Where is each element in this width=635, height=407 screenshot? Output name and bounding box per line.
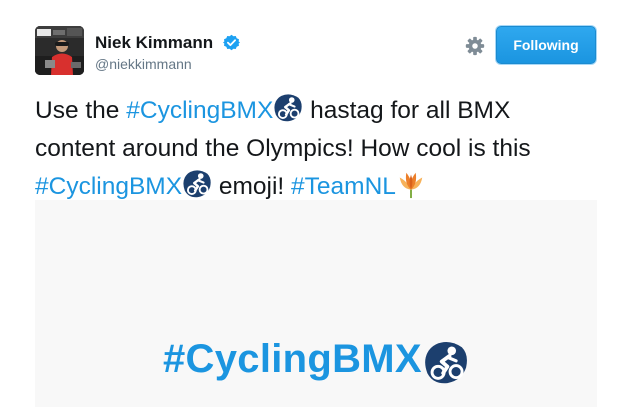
bmx-cyclist-emoji-icon [423,340,469,386]
avatar[interactable] [35,26,84,75]
media-image[interactable]: #CyclingBMX [35,200,597,407]
following-button[interactable]: Following [496,26,596,64]
tweet-line-1: Use the #CyclingBMX hastag for all BMX [35,92,605,130]
tweet-line-2: content around the Olympics! How cool is… [35,135,531,162]
display-name[interactable]: Niek Kimmann [95,33,213,53]
hashtag-link-teamnl[interactable]: #TeamNL [291,173,396,200]
hashtag-link-cyclingbmx[interactable]: #CyclingBMX [126,97,273,124]
tweet-text-segment: emoji! [212,173,292,200]
rider-photo-avatar-icon [35,26,84,75]
tweet-text: Use the #CyclingBMX hastag for all BMX c… [35,92,605,206]
username[interactable]: @niekkimmann [95,56,192,72]
bmx-cyclist-emoji-icon [182,169,212,199]
tweet-text-segment: hastag for all BMX [303,97,511,124]
hashtag-link-cyclingbmx[interactable]: #CyclingBMX [35,173,182,200]
tweet-text-segment: Use the [35,97,127,124]
verified-badge-icon [223,34,240,51]
bmx-cyclist-emoji-icon [273,93,303,123]
orange-tulip-emoji-icon [399,172,423,199]
tweet-card: Niek Kimmann @niekkimmann Following Use … [0,0,635,407]
gear-icon[interactable] [464,35,486,57]
media-hashtag-text: #CyclingBMX [163,337,422,381]
